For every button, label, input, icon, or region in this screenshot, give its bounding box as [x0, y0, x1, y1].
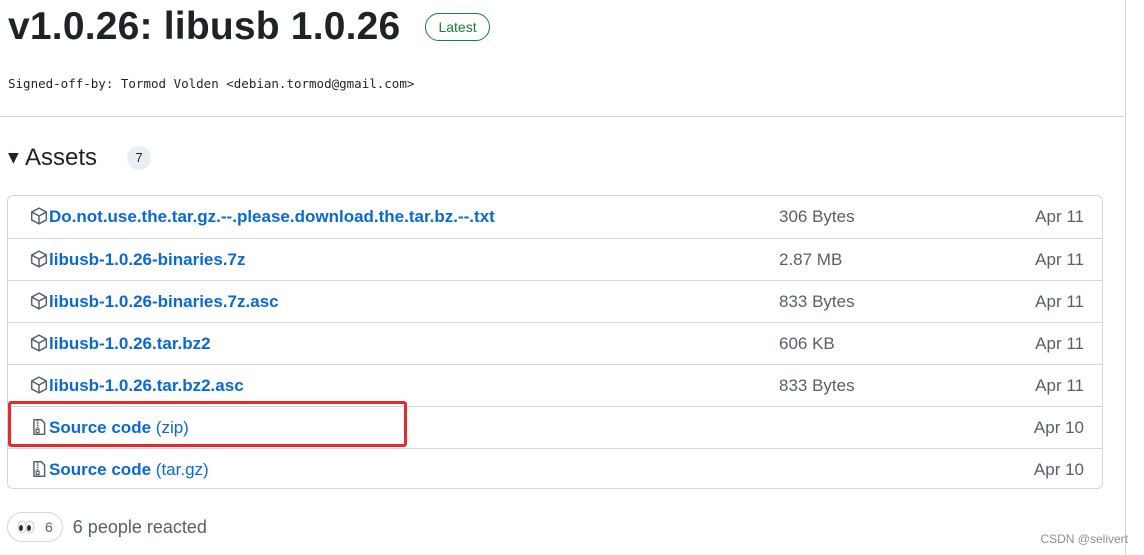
package-icon [30, 376, 48, 394]
release-notes-signed-off: Signed-off-by: Tormod Volden <debian.tor… [8, 76, 415, 91]
package-icon [30, 334, 48, 352]
assets-toggle[interactable]: ▼ Assets 7 [8, 143, 152, 173]
content-right-border [1125, 0, 1126, 555]
asset-row-source-zip: Source code (zip) Apr 10 [8, 406, 1102, 448]
asset-row: libusb-1.0.26.tar.bz2 606 KB Apr 11 [8, 322, 1102, 364]
file-zip-icon [33, 418, 46, 436]
assets-list: Do.not.use.the.tar.gz.--.please.download… [7, 195, 1103, 489]
reaction-count: 6 [45, 519, 53, 535]
file-zip-icon [33, 460, 46, 478]
assets-heading: Assets [25, 144, 98, 171]
asset-row: Do.not.use.the.tar.gz.--.please.download… [8, 196, 1102, 238]
asset-row: libusb-1.0.26.tar.bz2.asc 833 Bytes Apr … [8, 364, 1102, 406]
asset-date: Apr 11 [1035, 250, 1084, 269]
eyes-icon [17, 520, 35, 534]
reactions-bar: 6 6 people reacted [7, 511, 207, 543]
asset-row: libusb-1.0.26-binaries.7z 2.87 MB Apr 11 [8, 238, 1102, 280]
asset-row-source-targz: Source code (tar.gz) Apr 10 [8, 448, 1102, 488]
asset-date: Apr 11 [1035, 334, 1084, 353]
asset-size: 833 Bytes [779, 292, 855, 311]
reactions-summary: 6 people reacted [72, 516, 207, 537]
caret-down-icon: ▼ [8, 150, 19, 166]
package-icon [30, 292, 48, 310]
latest-badge: Latest [425, 13, 490, 41]
asset-date: Apr 11 [1035, 207, 1084, 226]
asset-size: 606 KB [779, 334, 835, 353]
asset-date: Apr 10 [1033, 418, 1084, 437]
eyes-reaction-button[interactable]: 6 [7, 512, 63, 542]
asset-date: Apr 10 [1033, 460, 1084, 479]
csdn-watermark: CSDN @selivert [1040, 532, 1128, 546]
asset-link[interactable]: Do.not.use.the.tar.gz.--.please.download… [49, 207, 495, 227]
asset-link[interactable]: libusb-1.0.26.tar.bz2 [49, 334, 211, 354]
package-icon [30, 250, 48, 268]
source-code-zip-link[interactable]: Source code (zip) [49, 418, 189, 438]
asset-size: 833 Bytes [779, 376, 855, 395]
package-icon [30, 207, 48, 225]
asset-link[interactable]: libusb-1.0.26.tar.bz2.asc [49, 376, 244, 396]
asset-link[interactable]: libusb-1.0.26-binaries.7z.asc [49, 292, 279, 312]
assets-count-badge: 7 [127, 146, 152, 170]
asset-row: libusb-1.0.26-binaries.7z.asc 833 Bytes … [8, 280, 1102, 322]
release-title[interactable]: v1.0.26: libusb 1.0.26 [8, 5, 400, 49]
source-code-targz-link[interactable]: Source code (tar.gz) [49, 460, 209, 480]
asset-date: Apr 11 [1035, 292, 1084, 311]
asset-link[interactable]: libusb-1.0.26-binaries.7z [49, 250, 246, 270]
release-header: v1.0.26: libusb 1.0.26 Latest [8, 2, 490, 52]
asset-size: 306 Bytes [779, 207, 855, 226]
section-divider [0, 116, 1126, 117]
asset-date: Apr 11 [1035, 376, 1084, 395]
asset-size: 2.87 MB [779, 250, 843, 269]
